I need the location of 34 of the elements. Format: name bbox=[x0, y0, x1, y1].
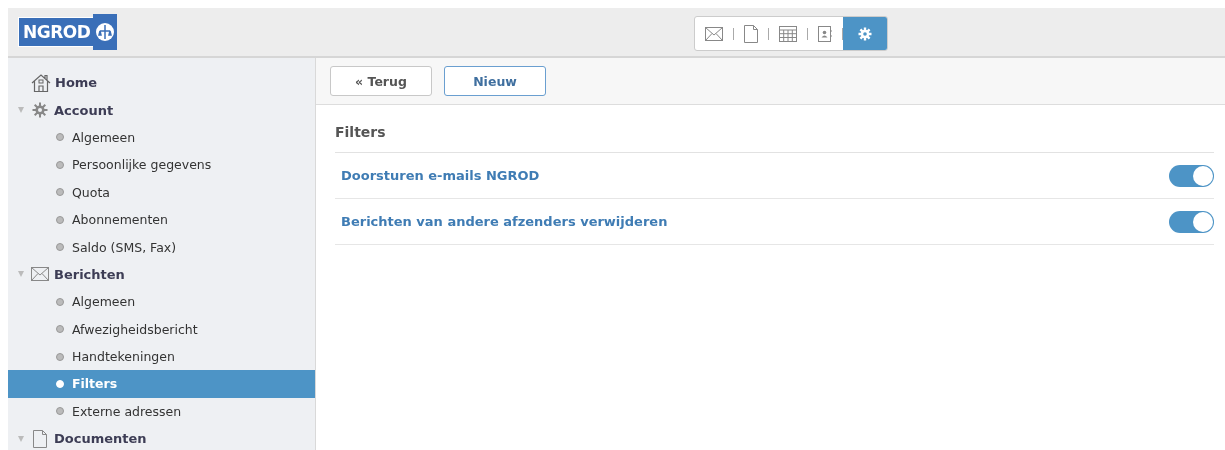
logo: NGROD bbox=[18, 14, 118, 50]
nav-item[interactable]: Persoonlijke gegevens bbox=[8, 151, 315, 179]
nav-item[interactable]: Quota bbox=[8, 178, 315, 206]
contact-card-icon bbox=[818, 25, 832, 42]
nav-item[interactable]: Externe adressen bbox=[8, 397, 315, 426]
nav-item[interactable]: Home bbox=[8, 69, 315, 97]
document-icon bbox=[744, 24, 758, 43]
nav-item[interactable]: Account bbox=[8, 96, 315, 124]
section-title: Filters bbox=[335, 105, 1214, 153]
toggle-switch[interactable] bbox=[1169, 210, 1214, 233]
toggle-switch[interactable] bbox=[1169, 164, 1214, 187]
gear-icon bbox=[32, 102, 48, 119]
envelope-icon bbox=[705, 26, 723, 41]
nav-item[interactable]: Abonnementen bbox=[8, 205, 315, 234]
nav-item[interactable]: Saldo (SMS, Fax) bbox=[8, 233, 315, 261]
home-icon bbox=[31, 73, 51, 92]
filter-name[interactable]: Doorsturen e-mails NGROD bbox=[341, 168, 540, 183]
nav-item[interactable]: Berichten bbox=[8, 260, 315, 289]
nav-item[interactable]: Documenten bbox=[8, 425, 315, 450]
expand-arrow-icon[interactable] bbox=[18, 107, 24, 114]
nav-item[interactable]: Algemeen bbox=[8, 123, 315, 152]
expand-arrow-icon[interactable] bbox=[18, 271, 24, 278]
envelope-icon bbox=[31, 267, 49, 282]
expand-arrow-icon[interactable] bbox=[18, 435, 24, 442]
app-tab[interactable] bbox=[843, 17, 887, 50]
calendar-icon bbox=[779, 25, 797, 42]
new-button[interactable]: Nieuw bbox=[444, 66, 546, 96]
nav-item[interactable]: Afwezigheidsbericht bbox=[8, 315, 315, 343]
back-button[interactable]: « Terug bbox=[330, 66, 432, 96]
settings-icon bbox=[858, 26, 872, 41]
document-icon bbox=[33, 429, 47, 448]
nav-item[interactable]: Handtekeningen bbox=[8, 342, 315, 371]
nav-item[interactable]: Algemeen bbox=[8, 288, 315, 316]
filter-name[interactable]: Berichten van andere afzenders verwijderen bbox=[341, 214, 668, 229]
